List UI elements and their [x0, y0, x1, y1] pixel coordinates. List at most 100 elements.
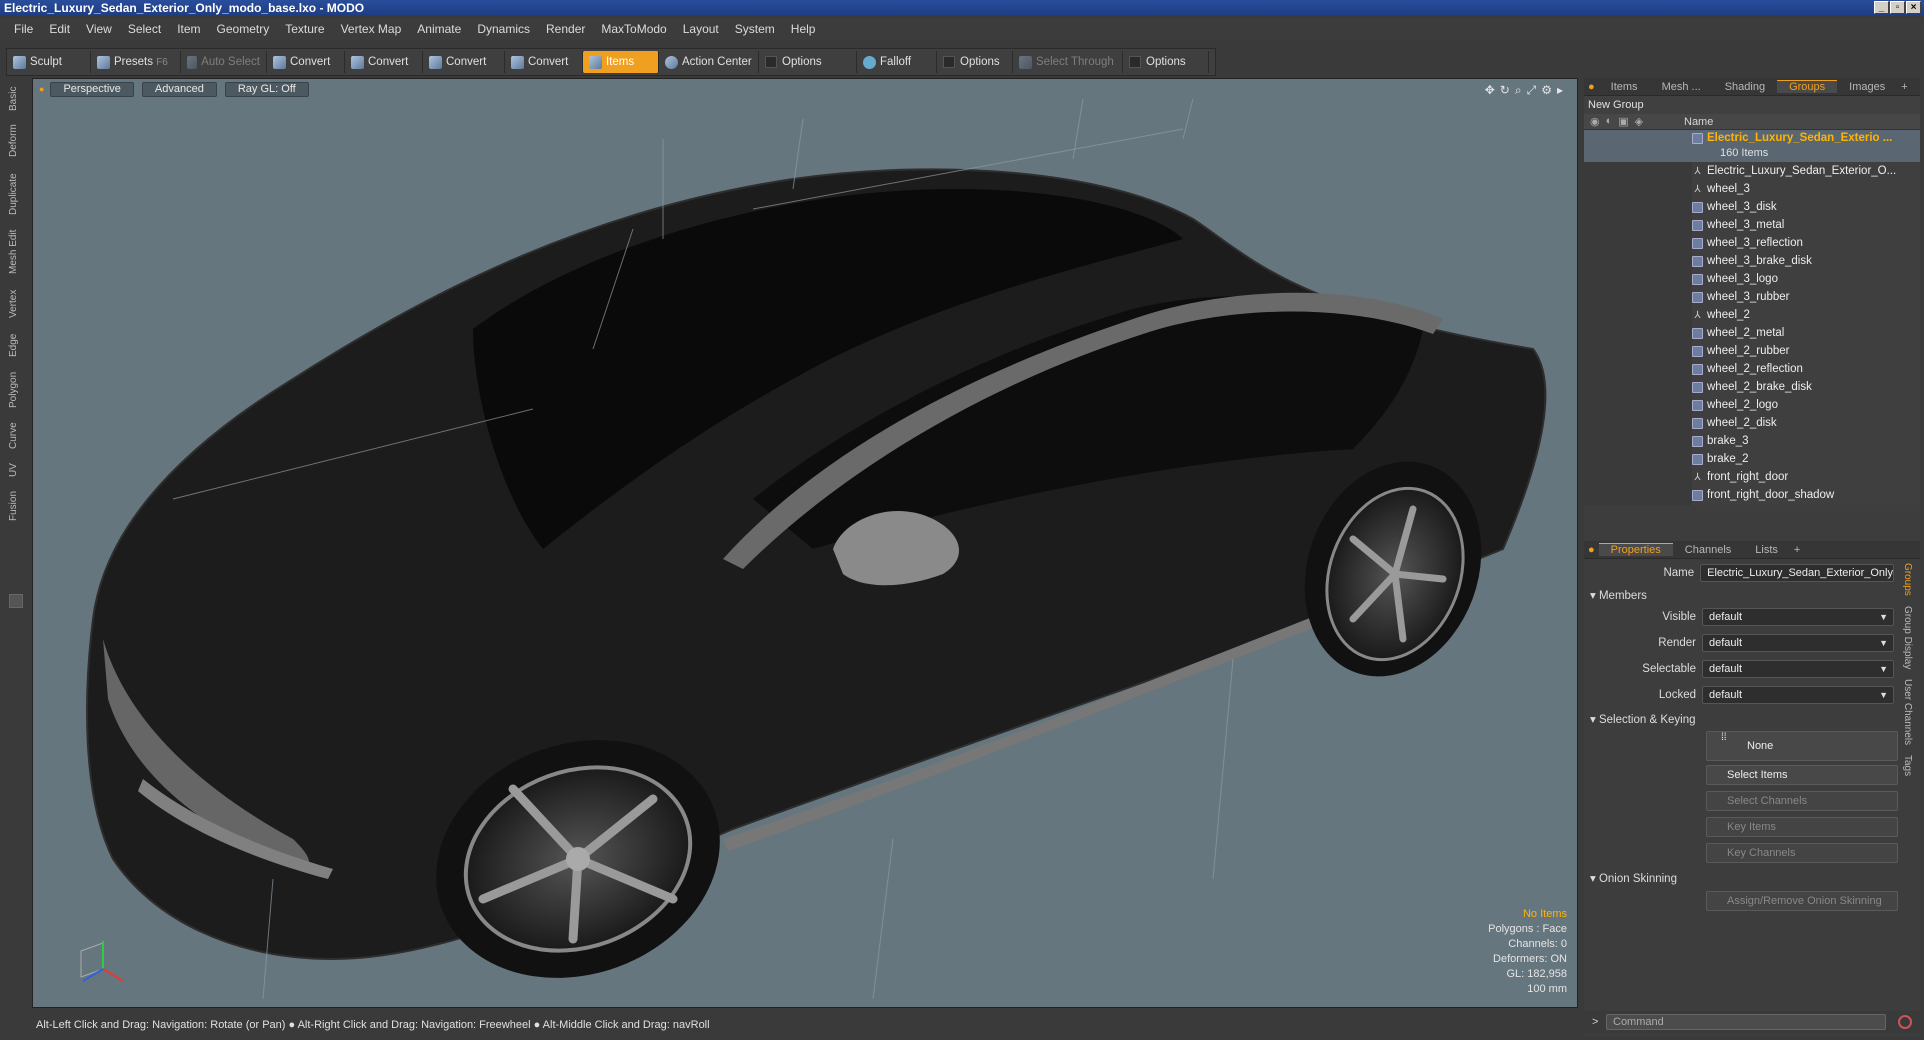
key-items-button[interactable]: Key Items: [1706, 817, 1898, 837]
command-input[interactable]: Command: [1606, 1014, 1886, 1030]
list-item[interactable]: wheel_2_rubber: [1584, 342, 1920, 360]
shading-mode-button[interactable]: Advanced: [141, 81, 217, 97]
rotate-icon[interactable]: ↻: [1500, 83, 1510, 98]
add-tab-icon[interactable]: +: [1790, 544, 1804, 556]
list-item[interactable]: ⅄ front_right_door: [1584, 468, 1920, 486]
menu-layout[interactable]: Layout: [675, 22, 727, 36]
menu-animate[interactable]: Animate: [409, 22, 469, 36]
menu-help[interactable]: Help: [783, 22, 824, 36]
items-mode-button[interactable]: Items: [583, 51, 659, 73]
name-field[interactable]: Electric_Luxury_Sedan_Exterior_Only: [1700, 564, 1894, 582]
tab-properties[interactable]: Properties: [1598, 543, 1673, 556]
key-channels-button[interactable]: Key Channels: [1706, 843, 1898, 863]
close-button[interactable]: ×: [1906, 1, 1921, 14]
tab-edge[interactable]: Edge: [8, 330, 24, 360]
visible-select[interactable]: default ▼: [1702, 608, 1894, 626]
none-button[interactable]: ⁞⁞ None: [1706, 731, 1898, 761]
list-item[interactable]: front_right_door_body_1: [1584, 504, 1920, 505]
convert-button-3[interactable]: Convert: [423, 51, 505, 73]
members-section[interactable]: ▾ Members: [1590, 588, 1647, 602]
name-column-header[interactable]: Name: [1684, 116, 1713, 128]
maximize-button[interactable]: ▫: [1890, 1, 1905, 14]
menu-file[interactable]: File: [6, 22, 41, 36]
tab-channels[interactable]: Channels: [1673, 544, 1743, 556]
tab-duplicate[interactable]: Duplicate: [8, 170, 24, 218]
presets-button[interactable]: Presets F6: [91, 51, 181, 73]
tab-deform[interactable]: Deform: [8, 122, 24, 160]
tab-images[interactable]: Images: [1837, 81, 1897, 93]
options-checkbox-1[interactable]: [765, 56, 777, 68]
list-item[interactable]: brake_2: [1584, 450, 1920, 468]
convert-button-1[interactable]: Convert: [267, 51, 345, 73]
fit-icon[interactable]: ⤢: [1527, 83, 1537, 98]
list-item[interactable]: ⅄ wheel_2: [1584, 306, 1920, 324]
tab-vertex[interactable]: Vertex: [8, 286, 24, 322]
tab-fusion[interactable]: Fusion: [8, 488, 24, 524]
select-icon[interactable]: ◈: [1635, 115, 1643, 128]
list-item[interactable]: wheel_3_brake_disk: [1584, 252, 1920, 270]
convert-button-4[interactable]: Convert: [505, 51, 583, 73]
list-item[interactable]: wheel_2_logo: [1584, 396, 1920, 414]
menu-vertex-map[interactable]: Vertex Map: [333, 22, 410, 36]
tab-items[interactable]: Items: [1599, 81, 1650, 93]
select-items-button[interactable]: Select Items: [1706, 765, 1898, 785]
selectable-select[interactable]: default ▼: [1702, 660, 1894, 678]
list-item[interactable]: wheel_3_disk: [1584, 198, 1920, 216]
render-icon[interactable]: ◐: [1606, 115, 1613, 128]
assign-onion-button[interactable]: Assign/Remove Onion Skinning: [1706, 891, 1898, 911]
convert-button-2[interactable]: Convert: [345, 51, 423, 73]
side-tab-user-channels[interactable]: User Channels: [1902, 679, 1913, 745]
menu-dynamics[interactable]: Dynamics: [469, 22, 538, 36]
tab-shading[interactable]: Shading: [1713, 81, 1777, 93]
pan-icon[interactable]: ✥: [1485, 83, 1495, 98]
options-checkbox-2[interactable]: [943, 56, 955, 68]
menu-render[interactable]: Render: [538, 22, 593, 36]
minimize-button[interactable]: _: [1874, 1, 1889, 14]
lock-icon[interactable]: ▣: [1618, 115, 1628, 128]
menu-edit[interactable]: Edit: [41, 22, 78, 36]
list-item[interactable]: wheel_2_metal: [1584, 324, 1920, 342]
list-item[interactable]: wheel_2_disk: [1584, 414, 1920, 432]
options-button-2[interactable]: Options: [937, 51, 1013, 73]
tab-lists[interactable]: Lists: [1743, 544, 1790, 556]
list-item[interactable]: front_right_door_shadow: [1584, 486, 1920, 504]
tab-mesh[interactable]: Mesh ...: [1650, 81, 1713, 93]
list-item[interactable]: wheel_2_brake_disk: [1584, 378, 1920, 396]
gear-icon[interactable]: ⚙: [1541, 83, 1552, 98]
3d-viewport[interactable]: ● Perspective Advanced Ray GL: Off ✥ ↻ ⌕…: [32, 78, 1578, 1008]
menu-maxtomodo[interactable]: MaxToModo: [593, 22, 674, 36]
viewport-menu-icon[interactable]: ●: [39, 84, 44, 94]
tab-mesh-edit[interactable]: Mesh Edit: [8, 228, 24, 276]
visibility-icon[interactable]: ◉: [1590, 115, 1600, 128]
menu-item[interactable]: Item: [169, 22, 208, 36]
options-button-3[interactable]: Options: [1123, 51, 1209, 73]
panel-menu-icon[interactable]: ●: [1584, 81, 1599, 93]
locked-select[interactable]: default ▼: [1702, 686, 1894, 704]
action-center-button[interactable]: Action Center: [659, 51, 759, 73]
side-tab-tags[interactable]: Tags: [1902, 755, 1913, 776]
list-item[interactable]: wheel_3_logo: [1584, 270, 1920, 288]
side-tab-groups[interactable]: Groups: [1902, 563, 1913, 596]
list-item[interactable]: wheel_2_reflection: [1584, 360, 1920, 378]
tab-groups[interactable]: Groups: [1777, 80, 1838, 93]
raygl-toggle[interactable]: Ray GL: Off: [224, 81, 309, 97]
tab-uv[interactable]: UV: [8, 460, 24, 480]
menu-select[interactable]: Select: [120, 22, 169, 36]
options-button-1[interactable]: Options: [759, 51, 857, 73]
list-item[interactable]: brake_3: [1584, 432, 1920, 450]
tab-basic[interactable]: Basic: [8, 84, 24, 114]
list-item[interactable]: ⅄ Electric_Luxury_Sedan_Exterior_O...: [1584, 162, 1920, 180]
properties-menu-icon[interactable]: ●: [1584, 544, 1599, 556]
select-through-button[interactable]: Select Through: [1013, 51, 1123, 73]
falloff-button[interactable]: Falloff: [857, 51, 937, 73]
list-item[interactable]: ⅄ wheel_3: [1584, 180, 1920, 198]
chevron-right-icon[interactable]: ▸: [1557, 83, 1563, 98]
list-item[interactable]: wheel_3_metal: [1584, 216, 1920, 234]
menu-geometry[interactable]: Geometry: [209, 22, 278, 36]
expand-icon[interactable]: [9, 594, 23, 608]
menu-system[interactable]: System: [727, 22, 783, 36]
side-tab-group-display[interactable]: Group Display: [1902, 606, 1913, 669]
new-group-button[interactable]: New Group: [1584, 96, 1920, 114]
tab-polygon[interactable]: Polygon: [8, 368, 24, 412]
zoom-icon[interactable]: ⌕: [1515, 83, 1522, 98]
